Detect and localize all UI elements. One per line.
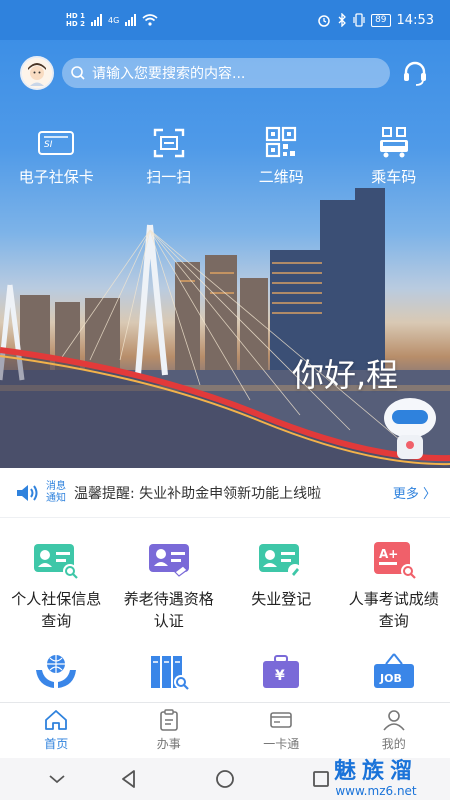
card-icon — [270, 712, 293, 728]
scan-icon — [153, 128, 184, 158]
top-bar: 请输入您要搜索的内容... — [0, 56, 450, 90]
search-placeholder: 请输入您要搜索的内容... — [92, 66, 246, 82]
quick-action-label: 二维码 — [258, 168, 304, 186]
quick-action-qr-code[interactable]: 二维码 — [225, 126, 338, 187]
service-item-6[interactable] — [113, 652, 226, 700]
nav-home-icon[interactable] — [214, 768, 236, 790]
quick-action-label: 乘车码 — [371, 168, 417, 186]
user-icon — [383, 710, 405, 731]
pension-certification-icon — [148, 544, 189, 577]
svg-text:¥: ¥ — [275, 668, 285, 684]
alarm-icon — [318, 15, 330, 27]
watermark-name: 魅族溜 — [333, 759, 418, 784]
notice-tag-line1: 消息 — [46, 480, 66, 492]
notice-more-link[interactable]: 更多 〉 — [393, 483, 436, 502]
tab-card[interactable]: 一卡通 — [225, 703, 338, 758]
id-card-search-icon — [34, 544, 79, 579]
tab-home[interactable]: 首页 — [0, 703, 113, 758]
network-type-label: 4G — [107, 15, 120, 25]
tab-label: 一卡通 — [263, 737, 300, 751]
service-item-7[interactable]: ¥ — [225, 652, 338, 700]
tab-label: 办事 — [156, 737, 181, 751]
quick-action-label: 电子社保卡 — [18, 168, 94, 186]
exam-score-icon: A+ — [373, 542, 416, 579]
yuan-briefcase-icon: ¥ — [263, 655, 300, 688]
tab-label: 我的 — [381, 737, 406, 751]
status-bar: HD 1 HD 2 4G 89 14:53 — [0, 0, 450, 40]
avatar-face-icon — [22, 58, 52, 88]
service-item-pension-certification[interactable]: 养老待遇资格认证 — [113, 540, 226, 642]
tab-label: 首页 — [44, 737, 69, 751]
vibrate-icon — [353, 13, 365, 27]
notice-tag-line2: 通知 — [46, 492, 66, 504]
user-avatar[interactable] — [20, 56, 54, 90]
notice-text: 温馨提醒: 失业补助金申领新功能上线啦 — [74, 485, 322, 502]
wifi-icon — [142, 14, 158, 26]
bottom-tab-bar: 首页 办事 一卡通 我的 — [0, 702, 450, 758]
status-time: 14:53 — [396, 12, 434, 28]
sim-1-label: HD 1 — [66, 12, 85, 20]
clipboard-icon — [159, 709, 178, 731]
qr-code-icon — [266, 126, 297, 158]
service-label: 个人社保信息查询 — [11, 590, 102, 630]
service-label: 养老待遇资格认证 — [123, 590, 214, 630]
service-label: 失业登记 — [251, 590, 312, 608]
sim-2-label: HD 2 — [66, 20, 85, 28]
service-item-unemployment-registration[interactable]: 失业登记 — [225, 540, 338, 642]
unemployment-registration-icon — [259, 544, 303, 578]
social-security-card-icon: SI — [38, 131, 75, 155]
search-icon — [71, 66, 85, 80]
service-label: 人事考试成绩查询 — [348, 590, 439, 630]
notice-tag: 消息 通知 — [46, 481, 66, 505]
speaker-icon — [17, 484, 38, 501]
notice-bar[interactable]: 消息 通知 温馨提醒: 失业补助金申领新功能上线啦 更多 〉 — [0, 468, 450, 518]
site-watermark: 魅族溜 www.mz6.net — [306, 759, 446, 799]
city-skyline-image — [0, 188, 450, 468]
sim-indicator: HD 1 HD 2 — [66, 12, 85, 28]
watermark-url: www.mz6.net — [335, 784, 417, 798]
greeting-text: 你好,程 — [292, 356, 399, 394]
service-row: ¥ JOB — [0, 652, 450, 700]
bus-code-icon — [379, 127, 408, 158]
service-item-5[interactable] — [0, 652, 113, 700]
job-sign-icon: JOB — [373, 653, 414, 688]
service-item-8[interactable]: JOB — [338, 652, 450, 700]
svg-text:SI: SI — [44, 140, 53, 150]
battery-indicator: 89 — [371, 13, 391, 27]
quick-action-bus-code[interactable]: 乘车码 — [338, 126, 450, 187]
svg-text:A+: A+ — [379, 547, 398, 561]
customer-service-headset-icon[interactable] — [400, 58, 430, 88]
nav-collapse-icon[interactable] — [46, 768, 68, 790]
signal-2-icon — [125, 14, 137, 26]
tab-services[interactable]: 办事 — [113, 703, 226, 758]
archive-search-icon — [150, 656, 189, 690]
home-icon — [45, 710, 68, 730]
quick-action-social-card[interactable]: SI 电子社保卡 — [0, 126, 113, 187]
globe-hands-icon — [36, 655, 77, 688]
tab-profile[interactable]: 我的 — [338, 703, 450, 758]
quick-actions: SI 电子社保卡 扫一扫 二维码 乘车码 — [0, 126, 450, 187]
service-grid: 个人社保信息查询 养老待遇资格认证 失业登记 A+ 人事考试成绩查询 ¥ JOB — [0, 540, 450, 700]
svg-text:JOB: JOB — [379, 672, 402, 685]
bluetooth-icon — [338, 13, 346, 27]
hero-banner — [0, 40, 450, 468]
quick-action-scan[interactable]: 扫一扫 — [113, 126, 226, 187]
nav-back-icon[interactable] — [118, 768, 140, 790]
service-item-exam-score-query[interactable]: A+ 人事考试成绩查询 — [338, 540, 450, 642]
signal-1-icon — [90, 14, 102, 26]
quick-action-label: 扫一扫 — [146, 168, 192, 186]
service-item-social-insurance-query[interactable]: 个人社保信息查询 — [0, 540, 113, 642]
service-row: 个人社保信息查询 养老待遇资格认证 失业登记 A+ 人事考试成绩查询 — [0, 540, 450, 642]
search-input[interactable]: 请输入您要搜索的内容... — [62, 58, 390, 88]
